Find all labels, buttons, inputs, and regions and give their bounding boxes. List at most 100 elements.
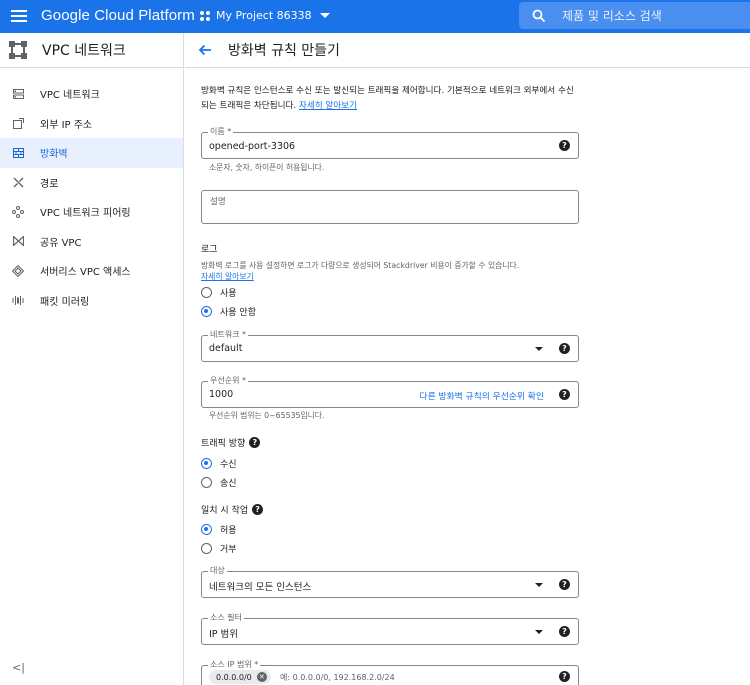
source-ip-label: 소스 IP 범위 * (208, 660, 261, 670)
collapse-sidebar-icon[interactable]: <| (12, 661, 25, 674)
dropdown-arrow-icon[interactable] (535, 630, 543, 634)
chevron-down-icon (319, 13, 330, 18)
page-title: 방화벽 규칙 만들기 (228, 43, 340, 59)
log-option-on[interactable]: 사용 (201, 286, 237, 299)
priority-value: 1000 (209, 389, 234, 400)
sidebar-item-routes[interactable]: 경로 (0, 168, 183, 198)
radio-icon (201, 287, 212, 298)
radio-icon (201, 477, 212, 488)
network-label: 네트워크 * (208, 330, 248, 340)
name-field[interactable]: 이름 * opened-port-3306 ? (201, 127, 579, 159)
project-selector[interactable]: My Project 86338 (199, 9, 330, 22)
search-input[interactable]: 제품 및 리소스 검색 (519, 2, 750, 29)
top-bar: Google Cloud Platform My Project 86338 제… (0, 0, 750, 33)
name-label: 이름 * (208, 127, 234, 137)
log-desc-text: 방화벽 로그를 사용 설정하면 로그가 다량으로 생성되어 Stackdrive… (201, 261, 520, 270)
search-placeholder: 제품 및 리소스 검색 (562, 9, 662, 23)
source-filter-select[interactable]: 소스 필터 IP 범위 ? (201, 613, 579, 645)
help-icon[interactable]: ? (559, 389, 570, 400)
project-name: My Project 86338 (216, 9, 312, 22)
learn-more-link[interactable]: 자세히 알아보기 (299, 101, 357, 111)
target-value: 네트워크의 모든 인스턴스 (209, 582, 312, 593)
back-arrow-icon[interactable] (197, 42, 213, 58)
radio-label: 송신 (220, 479, 237, 489)
sidebar-item-label: 서버리스 VPC 액세스 (40, 267, 131, 279)
help-icon[interactable]: ? (559, 343, 570, 354)
direction-title: 트래픽 방향 (201, 439, 246, 449)
log-learn-more-link[interactable]: 자세히 알아보기 (201, 272, 254, 281)
description-field[interactable]: 설명 (201, 190, 579, 224)
direction-option-egress[interactable]: 송신 (201, 476, 237, 489)
help-icon[interactable]: ? (559, 140, 570, 151)
sidebar-item-packet-mirroring[interactable]: 패킷 미러링 (0, 286, 183, 316)
radio-selected-icon (201, 306, 212, 317)
name-hint: 소문자, 숫자, 하이픈이 허용됩니다. (209, 163, 325, 172)
log-section-title: 로그 (201, 242, 218, 255)
radio-selected-icon (201, 458, 212, 469)
search-icon (532, 9, 546, 22)
direction-section-title: 트래픽 방향 ? (201, 436, 261, 449)
radio-selected-icon (201, 524, 212, 535)
close-icon[interactable]: ✕ (256, 672, 267, 682)
action-option-allow[interactable]: 허용 (201, 523, 237, 536)
intro-description: 방화벽 규칙은 인스턴스로 수신 또는 발신되는 트래픽을 제어합니다. 기본적… (201, 86, 574, 111)
help-icon[interactable]: ? (559, 579, 570, 590)
help-icon[interactable]: ? (559, 671, 570, 682)
packet-mirroring-icon (12, 294, 24, 306)
source-ip-placeholder: 예: 0.0.0.0/0, 192.168.2.0/24 (280, 673, 395, 682)
shared-vpc-icon (12, 235, 24, 247)
action-option-deny[interactable]: 거부 (201, 542, 237, 555)
log-title: 로그 (201, 245, 218, 255)
serverless-icon (12, 264, 24, 277)
help-icon[interactable]: ? (559, 626, 570, 637)
priority-hint: 우선순위 범위는 0~65535입니다. (209, 411, 325, 420)
dropdown-arrow-icon[interactable] (535, 583, 543, 587)
radio-icon (201, 543, 212, 554)
action-section-title: 일치 시 작업 ? (201, 503, 264, 516)
priority-label: 우선순위 * (208, 376, 248, 386)
page-header: 방화벽 규칙 만들기 (185, 33, 750, 68)
menu-icon[interactable] (11, 10, 27, 22)
sidebar: VPC 네트워크 VPC 네트워크 외부 IP 주소 방화벽 경로 VPC 네트… (0, 33, 184, 685)
project-dots-icon (200, 10, 210, 21)
ip-chip[interactable]: 0.0.0.0/0 ✕ (209, 670, 271, 684)
vpc-network-icon (9, 41, 27, 59)
priority-check-link[interactable]: 다른 방화벽 규칙의 우선순위 확인 (420, 389, 545, 402)
direction-option-ingress[interactable]: 수신 (201, 457, 237, 470)
source-ip-field[interactable]: 소스 IP 범위 * 0.0.0.0/0 ✕ 예: 0.0.0.0/0, 192… (201, 660, 579, 685)
radio-label: 수신 (220, 460, 237, 470)
sidebar-item-vpc-networks[interactable]: VPC 네트워크 (0, 79, 183, 109)
sidebar-item-serverless[interactable]: 서버리스 VPC 액세스 (0, 256, 183, 286)
network-icon (12, 88, 24, 100)
help-icon[interactable]: ? (252, 504, 264, 515)
peering-icon (12, 205, 24, 218)
ip-chip-value: 0.0.0.0/0 (216, 672, 252, 682)
sidebar-item-shared-vpc[interactable]: 공유 VPC (0, 227, 183, 257)
network-select[interactable]: 네트워크 * default ? (201, 330, 579, 362)
help-icon[interactable]: ? (249, 437, 261, 448)
external-ip-icon (12, 117, 24, 129)
sidebar-item-external-ip[interactable]: 외부 IP 주소 (0, 109, 183, 139)
name-value: opened-port-3306 (209, 141, 296, 152)
radio-label: 허용 (220, 526, 237, 536)
firewall-icon (12, 147, 24, 159)
target-label: 대상 (208, 566, 227, 576)
radio-label: 사용 (220, 289, 237, 299)
log-option-off[interactable]: 사용 안함 (201, 305, 256, 318)
source-filter-label: 소스 필터 (208, 613, 244, 623)
routes-icon (12, 176, 24, 188)
network-value: default (209, 343, 243, 354)
priority-field[interactable]: 우선순위 * 1000 다른 방화벽 규칙의 우선순위 확인 ? (201, 376, 579, 408)
dropdown-arrow-icon[interactable] (535, 347, 543, 351)
sidebar-title: VPC 네트워크 (42, 43, 126, 59)
source-filter-value: IP 범위 (209, 629, 239, 640)
sidebar-item-label: VPC 네트워크 (40, 90, 100, 102)
action-title: 일치 시 작업 (201, 506, 249, 516)
sidebar-item-peering[interactable]: VPC 네트워크 피어링 (0, 197, 183, 227)
sidebar-item-label: 외부 IP 주소 (40, 119, 93, 131)
brand-title[interactable]: Google Cloud Platform (41, 7, 195, 24)
sidebar-item-label: 패킷 미러링 (40, 296, 90, 308)
sidebar-item-label: VPC 네트워크 피어링 (40, 208, 131, 220)
target-select[interactable]: 대상 네트워크의 모든 인스턴스 ? (201, 566, 579, 598)
sidebar-item-firewall[interactable]: 방화벽 (0, 138, 183, 168)
